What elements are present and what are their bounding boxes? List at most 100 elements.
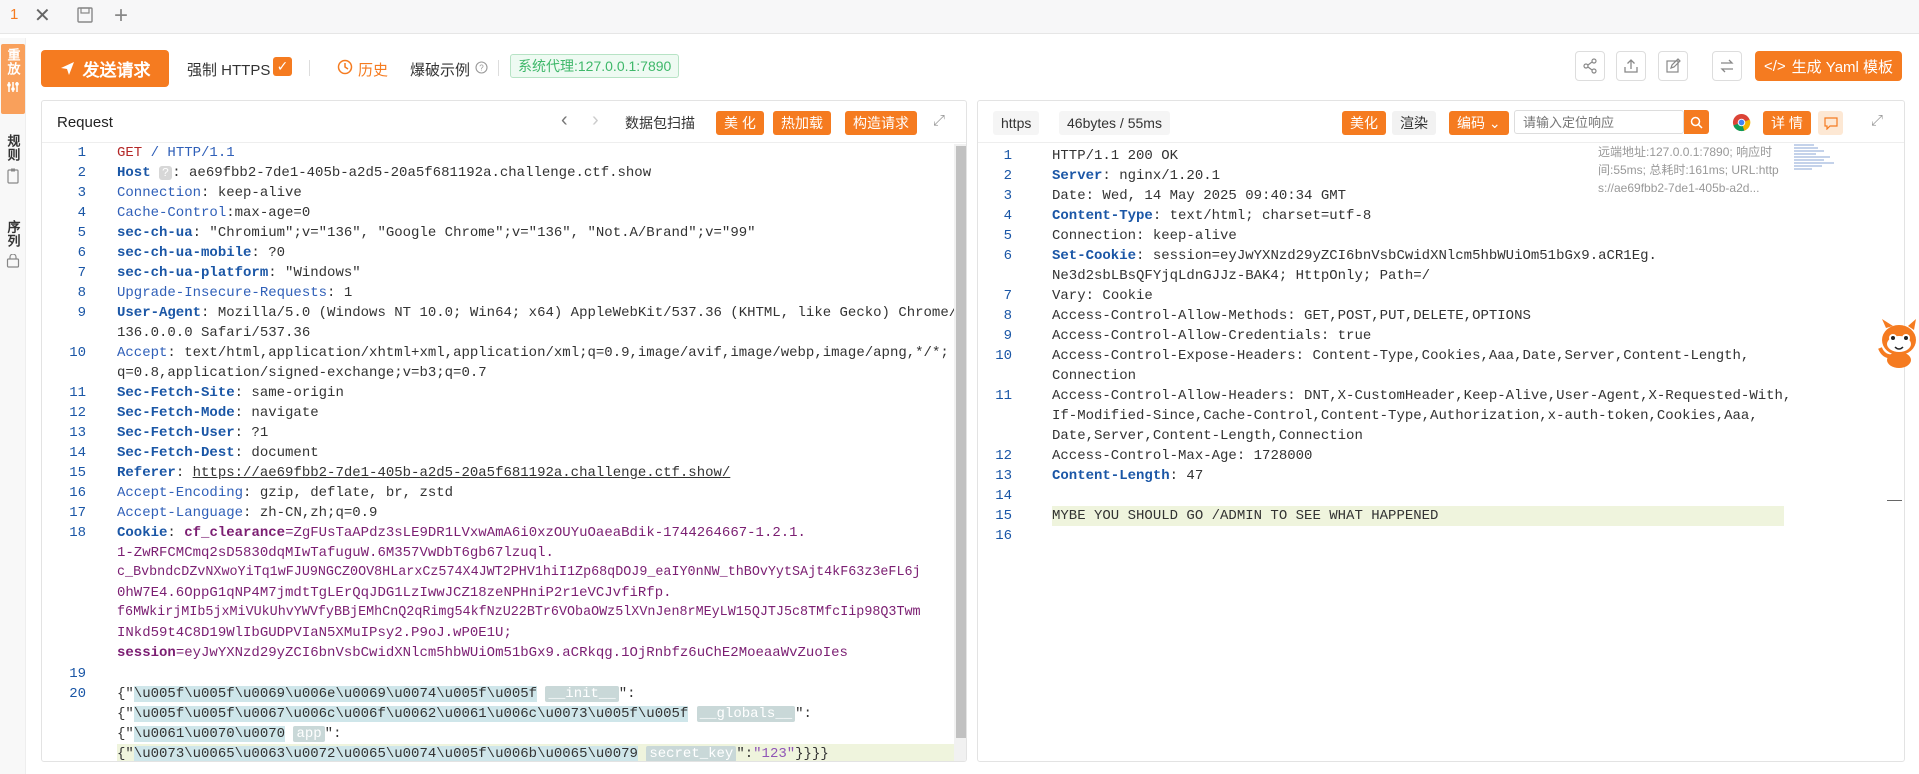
line-number: 12 [69, 405, 86, 421]
rail-tab-sequence[interactable]: 序列 [1, 220, 25, 290]
header-key: Accept-Encoding [117, 485, 244, 501]
add-tab-icon[interactable]: + [114, 1, 128, 31]
header-value: : navigate [234, 405, 319, 421]
beautify-button[interactable]: 美 化 [716, 111, 764, 135]
code-line: sec-ch-ua: "Chromium";v="136", "Google C… [117, 223, 756, 243]
header-value: : Wed, 14 May 2025 09:40:34 GMT [1085, 188, 1347, 204]
tab-index[interactable]: 1 [10, 6, 18, 23]
expand-icon[interactable]: ⤢ [933, 112, 945, 129]
search-button[interactable] [1684, 110, 1709, 134]
build-request-button[interactable]: 构造请求 [845, 111, 917, 135]
code-line: 136.0.0.0 Safari/537.36 [117, 325, 311, 341]
mascot-icon[interactable] [1878, 318, 1919, 370]
minimap[interactable] [1792, 143, 1842, 171]
code-line: sec-ch-ua-mobile: ?0 [117, 243, 285, 263]
stats-badge: 46bytes / 55ms [1059, 111, 1170, 135]
force-https-checkbox[interactable]: ✓ [273, 57, 292, 76]
code-line: Date: Wed, 14 May 2025 09:40:34 GMT [1052, 186, 1346, 206]
header-key: Upgrade-Insecure-Requests [117, 285, 328, 301]
decoded-chip[interactable]: __globals__ [696, 706, 796, 722]
edit-icon [1666, 58, 1681, 73]
line-number: 18 [69, 525, 86, 541]
detail-button[interactable]: 详 情 [1763, 111, 1811, 135]
rail-tab-replay[interactable]: 重放 [1, 44, 25, 114]
line-number: 8 [77, 285, 86, 301]
line-number: 11 [995, 388, 1012, 404]
code-line: Accept-Language: zh-CN,zh;q=0.9 [117, 503, 377, 523]
chrome-icon[interactable] [1732, 113, 1751, 132]
json-punct: ": [324, 726, 342, 742]
rail-tab-rules[interactable]: 规则 [1, 134, 25, 204]
decoded-chip[interactable]: secret_key [646, 746, 737, 761]
decoded-chip[interactable]: __init__ [545, 686, 619, 702]
unicode-escape: \u0061\u0070\u0070 [133, 726, 286, 742]
code-line: {"\u005f\u005f\u0067\u006c\u006f\u0062\u… [117, 704, 812, 724]
share-button[interactable] [1575, 51, 1605, 81]
header-value: : session=eyJwYXNzd29yZCI6bnVsbCwidXNlcm… [1136, 248, 1657, 264]
export-button[interactable] [1616, 51, 1646, 81]
header-value: : ae69fbb2-7de1-405b-a2d5-20a5f681192a.c… [172, 165, 652, 181]
beautify-button[interactable]: 美化 [1342, 111, 1386, 135]
example-link[interactable]: 爆破示例 [410, 59, 470, 80]
header-value: : text/html,application/xhtml+xml,applic… [167, 345, 949, 361]
chevron-down-icon: ⌄ [1488, 115, 1501, 131]
search-icon [1690, 116, 1703, 129]
line-number: 4 [77, 205, 86, 221]
edit-button[interactable] [1658, 51, 1688, 81]
header-value: : zh-CN,zh;q=0.9 [243, 505, 378, 521]
header-key: User-Agent [117, 305, 202, 321]
header-key: sec-ch-ua-mobile [117, 245, 252, 261]
send-request-button[interactable]: 发送请求 [41, 50, 169, 87]
force-https-label: 强制 HTTPS [187, 62, 271, 79]
line-number: 5 [1003, 228, 1012, 244]
info-line: 远端地址:127.0.0.1:7890; 响应时 [1598, 145, 1773, 159]
hint-chip[interactable]: ? [159, 166, 173, 180]
chevron-left-icon[interactable]: ‹ [561, 109, 568, 132]
scroll-marker [1887, 500, 1902, 501]
line-number: 2 [1003, 168, 1012, 184]
json-punct: {" [117, 686, 134, 702]
response-panel: https 46bytes / 55ms 美化 渲染 编码 ⌄ 详 情 ⤢ 1 … [977, 100, 1905, 762]
json-punct: ": [736, 746, 754, 762]
expand-icon[interactable]: ⤢ [1871, 112, 1883, 129]
referer-link[interactable]: https://ae69fbb2-7de1-405b-a2d5-20a5f681… [193, 465, 731, 481]
line-number: 15 [69, 465, 86, 481]
unicode-escape: \u005f\u005f\u0067\u006c\u006f\u0062\u00… [133, 706, 689, 722]
code-line: Sec-Fetch-Site: same-origin [117, 383, 344, 403]
generate-yaml-button[interactable]: </> 生成 Yaml 模板 [1755, 51, 1902, 81]
code-line: Connection [1052, 368, 1137, 384]
request-line: / HTTP/1.1 [142, 145, 235, 161]
response-search-input[interactable] [1514, 110, 1684, 134]
header-key: Access-Control-Allow-Methods [1052, 308, 1288, 324]
header-key: Vary [1052, 288, 1086, 304]
sliders-icon [7, 82, 19, 92]
line-number: 6 [77, 245, 86, 261]
hotload-button[interactable]: 热加载 [773, 111, 831, 135]
encode-dropdown[interactable]: 编码 ⌄ [1449, 111, 1509, 135]
http-method: GET [117, 145, 143, 161]
header-key: Access-Control-Allow-Credentials [1052, 328, 1321, 344]
render-button[interactable]: 渲染 [1392, 111, 1436, 135]
json-punct: ": [795, 706, 812, 722]
history-link[interactable]: 历史 [358, 59, 388, 80]
help-icon[interactable]: ? [475, 61, 488, 74]
stack-icon [6, 254, 20, 268]
tab-strip: 1 ✕ + [0, 0, 1919, 34]
scrollbar-thumb[interactable] [956, 146, 966, 738]
request-header: Request ‹ › 数据包扫描 美 化 热加载 构造请求 ⤢ [42, 101, 966, 143]
code-line: Date,Server,Content-Length,Connection [1052, 428, 1363, 444]
header-value: : Mozilla/5.0 (Windows NT 10.0; Win64; x… [201, 305, 958, 321]
system-proxy-badge[interactable]: 系统代理:127.0.0.1:7890 [510, 54, 680, 78]
line-number: 9 [1003, 328, 1012, 344]
save-icon[interactable] [76, 7, 94, 23]
close-icon[interactable]: ✕ [34, 3, 51, 28]
swap-button[interactable] [1712, 51, 1742, 81]
code-line: Referer: https://ae69fbb2-7de1-405b-a2d5… [117, 463, 730, 483]
rail-tab-label: 规则 [5, 134, 21, 162]
chevron-right-icon[interactable]: › [592, 109, 599, 132]
packet-scan-button[interactable]: 数据包扫描 [621, 111, 699, 135]
code-line: q=0.8,application/signed-exchange;v=b3;q… [117, 365, 487, 381]
code-line: User-Agent: Mozilla/5.0 (Windows NT 10.0… [117, 303, 957, 323]
comment-button[interactable] [1818, 111, 1843, 135]
decoded-chip[interactable]: app [293, 726, 325, 742]
